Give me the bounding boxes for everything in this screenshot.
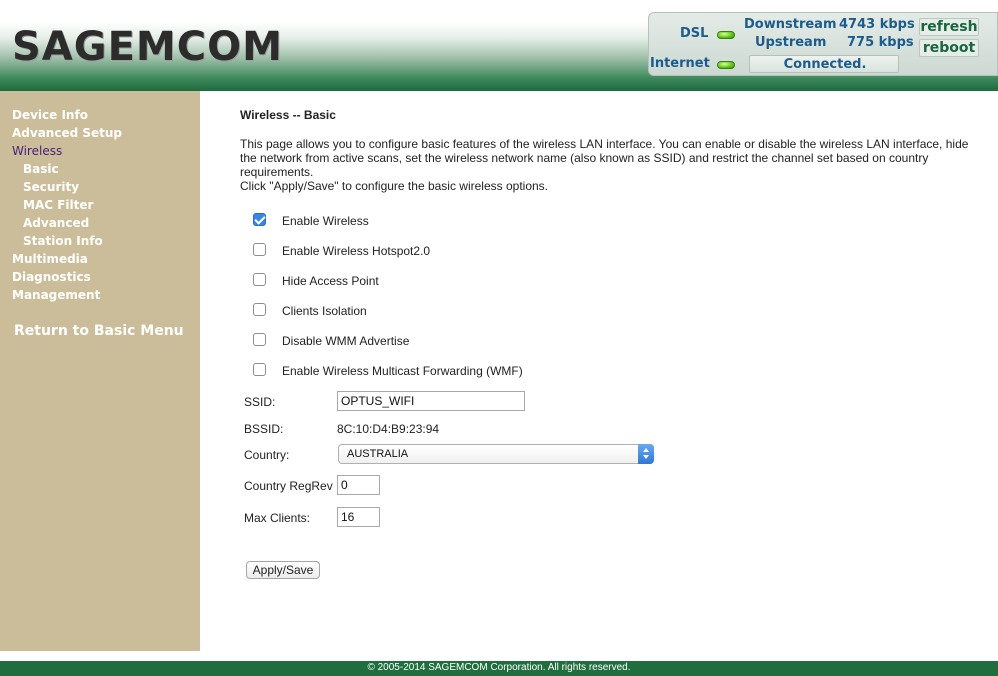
disable-wmm-checkbox[interactable] xyxy=(253,333,266,346)
hide-access-point-label: Hide Access Point xyxy=(282,274,379,288)
enable-hotspot-checkbox[interactable] xyxy=(253,243,266,256)
sidebar-item-wireless[interactable]: Wireless xyxy=(12,144,62,158)
downstream-label: Downstream xyxy=(744,17,837,32)
sidebar-item-advanced-setup[interactable]: Advanced Setup xyxy=(12,126,122,140)
ssid-label: SSID: xyxy=(244,395,276,409)
internet-label: Internet xyxy=(650,56,710,71)
sidebar-item-management[interactable]: Management xyxy=(12,288,100,302)
sidebar-item-mac-filter[interactable]: MAC Filter xyxy=(23,198,93,212)
enable-wireless-label: Enable Wireless xyxy=(282,214,369,228)
dsl-label: DSL xyxy=(680,26,709,41)
enable-wmf-checkbox[interactable] xyxy=(253,363,266,376)
page-instruction: Click "Apply/Save" to configure the basi… xyxy=(240,179,548,193)
sidebar-item-diagnostics[interactable]: Diagnostics xyxy=(12,270,91,284)
max-clients-input[interactable] xyxy=(337,507,380,527)
country-select[interactable]: AUSTRALIA xyxy=(338,444,654,464)
upstream-label: Upstream xyxy=(755,35,827,50)
status-panel: DSL Downstream 4743 kbps Upstream 775 kb… xyxy=(648,12,998,76)
ssid-input[interactable] xyxy=(337,391,525,411)
max-clients-label: Max Clients: xyxy=(244,511,311,525)
enable-wireless-checkbox[interactable] xyxy=(253,213,266,226)
reboot-button[interactable]: reboot xyxy=(919,39,979,57)
connection-status-box: Connected. xyxy=(749,55,899,73)
return-to-basic-menu-link[interactable]: Return to Basic Menu xyxy=(14,323,184,339)
downstream-value: 4743 kbps xyxy=(839,17,915,32)
sidebar-item-advanced[interactable]: Advanced xyxy=(23,216,89,230)
sidebar-item-security[interactable]: Security xyxy=(23,180,79,194)
sagemcom-logo: SAGEMCOM xyxy=(12,24,283,70)
enable-hotspot-label: Enable Wireless Hotspot2.0 xyxy=(282,244,431,258)
footer: © 2005-2014 SAGEMCOM Corporation. All ri… xyxy=(0,661,998,676)
connection-status: Connected. xyxy=(783,57,867,72)
header: SAGEMCOM DSL Downstream 4743 kbps Upstre… xyxy=(0,0,998,91)
country-regrev-label: Country RegRev xyxy=(244,479,333,493)
enable-wmf-label: Enable Wireless Multicast Forwarding (WM… xyxy=(282,364,523,378)
select-arrows-icon xyxy=(638,444,654,464)
hide-access-point-checkbox[interactable] xyxy=(253,273,266,286)
country-regrev-input[interactable] xyxy=(337,475,380,495)
page-description: This page allows you to configure basic … xyxy=(240,137,969,179)
disable-wmm-label: Disable WMM Advertise xyxy=(282,334,410,348)
refresh-button[interactable]: refresh xyxy=(919,18,979,36)
dsl-led-icon xyxy=(717,31,735,39)
sidebar-item-multimedia[interactable]: Multimedia xyxy=(12,252,88,266)
page-title: Wireless -- Basic xyxy=(240,108,336,122)
copyright-text: © 2005-2014 SAGEMCOM Corporation. All ri… xyxy=(367,662,631,673)
clients-isolation-checkbox[interactable] xyxy=(253,303,266,316)
sidebar-item-basic[interactable]: Basic xyxy=(23,162,59,176)
upstream-value: 775 kbps xyxy=(847,35,914,50)
bssid-value: 8C:10:D4:B9:23:94 xyxy=(337,422,440,436)
apply-save-button[interactable]: Apply/Save xyxy=(246,561,320,579)
country-label: Country: xyxy=(244,448,290,462)
bssid-label: BSSID: xyxy=(244,422,284,436)
country-selected-value: AUSTRALIA xyxy=(347,448,409,460)
sidebar-item-device-info[interactable]: Device Info xyxy=(12,108,88,122)
internet-led-icon xyxy=(717,61,735,69)
sidebar-item-station-info[interactable]: Station Info xyxy=(23,234,103,248)
clients-isolation-label: Clients Isolation xyxy=(282,304,367,318)
